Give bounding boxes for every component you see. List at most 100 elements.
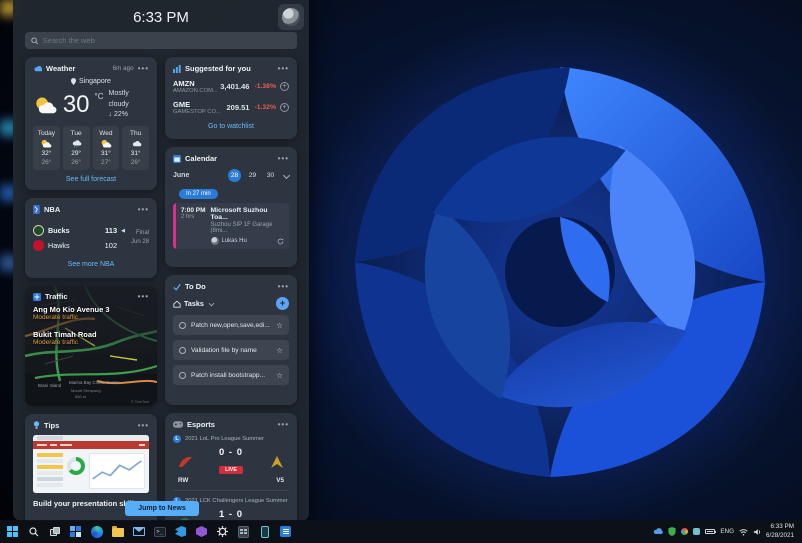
date-chip-selected[interactable]: 28 <box>228 169 241 182</box>
search-input[interactable] <box>42 36 291 45</box>
language-indicator[interactable]: ENG <box>720 528 734 535</box>
calendar-icon <box>173 154 181 163</box>
stocks-widget[interactable]: Suggested for you ••• AMZN AMAZON.COM...… <box>165 57 297 139</box>
task-row[interactable]: Validation file by name ☆ <box>173 340 289 360</box>
team2-name: V5 <box>276 477 284 484</box>
chevron-down-icon[interactable] <box>282 171 291 180</box>
tray-app-icon[interactable] <box>681 528 689 535</box>
forecast-day[interactable]: Wed 31° 27° <box>92 125 120 170</box>
bucks-logo-icon <box>33 225 44 236</box>
stocks-menu-button[interactable]: ••• <box>278 64 289 72</box>
esports-match[interactable]: L 2021 LoL Pro League Summer 0 - 0 LIVE <box>173 435 289 484</box>
forecast-day[interactable]: Tue 29° 26° <box>62 125 90 170</box>
traffic-menu-button[interactable]: ••• <box>138 292 149 300</box>
taskbar-clock[interactable]: 6:33 PM 6/28/2021 <box>766 523 794 541</box>
stocks-chart-icon <box>173 64 181 73</box>
star-icon[interactable]: ☆ <box>276 346 283 355</box>
forecast-day-label: Wed <box>99 129 113 137</box>
task-checkbox[interactable] <box>179 321 186 329</box>
nba-widget[interactable]: NBA ••• Bucks 113 ◀ Hawks 102 Final Jun … <box>25 198 157 278</box>
vscode-icon[interactable] <box>172 523 189 540</box>
task-label: Patch install bootstrapp... <box>191 371 266 379</box>
file-explorer-icon[interactable] <box>109 523 126 540</box>
forecast-day-label: Thu <box>130 129 142 137</box>
weather-condition: Mostly cloudy <box>108 90 129 108</box>
start-button[interactable] <box>4 523 21 540</box>
attendee-avatar <box>210 237 219 245</box>
task-row[interactable]: Patch new,open,save,edi... ☆ <box>173 315 289 335</box>
star-icon[interactable]: ☆ <box>276 371 283 380</box>
visual-studio-icon[interactable] <box>193 523 210 540</box>
nba-menu-button[interactable]: ••• <box>138 205 149 213</box>
sync-icon[interactable] <box>277 238 284 245</box>
forecast-day[interactable]: Thu 31° 26° <box>122 125 149 170</box>
see-more-nba-link[interactable]: See more NBA <box>33 261 149 268</box>
mail-app-icon[interactable] <box>130 523 147 540</box>
forecast-day[interactable]: Today 32° 26° <box>33 125 60 170</box>
nba-title: NBA <box>44 205 61 214</box>
esports-menu-button[interactable]: ••• <box>278 420 289 428</box>
todo-list-label[interactable]: Tasks <box>184 299 204 308</box>
defender-icon[interactable] <box>668 527 676 536</box>
todo-widget[interactable]: To Do ••• Tasks + Patch new,open,save,ed… <box>165 275 297 405</box>
tips-menu-button[interactable]: ••• <box>138 421 149 429</box>
sun-cloud-icon <box>41 139 52 148</box>
stock-row[interactable]: AMZN AMAZON.COM... 3,401.46 -1.38% + <box>173 79 289 94</box>
add-to-watchlist-button[interactable]: + <box>280 82 289 91</box>
attendee-name: Lukas Hu <box>221 238 247 244</box>
todo-menu-button[interactable]: ••• <box>278 282 289 290</box>
gear-icon <box>217 526 228 537</box>
date-chip[interactable]: 30 <box>264 169 277 182</box>
star-icon[interactable]: ☆ <box>276 321 283 330</box>
calculator-icon[interactable] <box>235 523 252 540</box>
chevron-down-icon[interactable] <box>208 300 215 307</box>
panel-clock: 6:33 PM <box>133 9 189 26</box>
weather-menu-button[interactable]: ••• <box>138 64 149 72</box>
terminal-icon[interactable]: >_ <box>151 523 168 540</box>
forecast-low: 26° <box>41 158 52 166</box>
taskbar-search-button[interactable] <box>25 523 42 540</box>
calendar-event[interactable]: 7:00 PM 2 hrs Microsoft Suzhou Toa... Su… <box>173 203 289 249</box>
onedrive-icon[interactable] <box>653 528 664 535</box>
task-row[interactable]: Patch install bootstrapp... ☆ <box>173 365 289 385</box>
task-view-button[interactable] <box>46 523 63 540</box>
mostly-cloudy-icon <box>36 97 57 114</box>
go-to-watchlist-link[interactable]: Go to watchlist <box>173 123 289 130</box>
add-to-watchlist-button[interactable]: + <box>280 103 289 112</box>
calendar-menu-button[interactable]: ••• <box>278 154 289 162</box>
network-icon[interactable] <box>739 528 748 536</box>
edge-browser-icon[interactable] <box>88 523 105 540</box>
event-location: Suzhou SIP 1F Garage (8mi... <box>210 222 273 234</box>
forecast-day-label: Today <box>37 129 56 137</box>
profile-button[interactable] <box>278 4 304 30</box>
widgets-button[interactable] <box>67 523 84 540</box>
add-task-button[interactable]: + <box>276 297 289 310</box>
weather-updated: 6m ago <box>112 65 134 72</box>
lightbulb-icon <box>33 421 40 429</box>
location-pin-icon <box>71 78 77 85</box>
your-phone-icon[interactable] <box>256 523 273 540</box>
team-score: 102 <box>104 241 118 250</box>
task-checkbox[interactable] <box>179 371 186 379</box>
jump-to-news-button[interactable]: Jump to News <box>125 501 199 516</box>
stock-row[interactable]: GME GAMESTOP CO... 209.51 -1.32% + <box>173 100 289 115</box>
store-icon[interactable] <box>277 523 294 540</box>
nba-team-row: Bucks 113 ◀ <box>33 225 125 236</box>
volume-icon[interactable] <box>753 528 761 536</box>
forecast-high: 32° <box>41 149 52 157</box>
see-full-forecast-link[interactable]: See full forecast <box>33 176 149 183</box>
calendar-widget[interactable]: Calendar ••• June 28 29 30 In 27 min 7:0… <box>165 147 297 267</box>
traffic-widget[interactable]: Brani Island Marina Bay Cruise Centre Mo… <box>25 286 157 406</box>
web-search-bar[interactable] <box>25 32 297 49</box>
settings-icon[interactable] <box>214 523 231 540</box>
tips-title: Tips <box>44 421 60 430</box>
task-checkbox[interactable] <box>179 346 186 354</box>
forecast-low: 26° <box>71 158 82 166</box>
date-chip[interactable]: 29 <box>246 169 259 182</box>
road-name: Bukit Timah Road <box>33 330 97 339</box>
weather-widget[interactable]: Weather 6m ago ••• Singapore 30 °C Mostl… <box>25 57 157 190</box>
calendar-month: June <box>173 172 190 179</box>
tray-app-icon[interactable] <box>693 528 701 535</box>
battery-icon[interactable] <box>705 529 717 534</box>
forecast-low: 26° <box>130 158 141 166</box>
